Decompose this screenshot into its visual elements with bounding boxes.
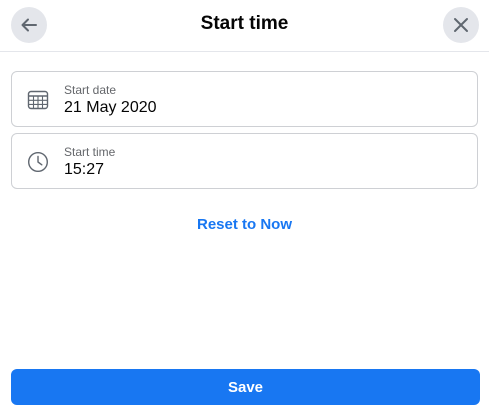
- start-time-label: Start time: [64, 145, 116, 159]
- calendar-icon: [27, 90, 49, 110]
- close-button[interactable]: [443, 7, 479, 43]
- start-date-value: 21 May 2020: [64, 99, 157, 116]
- save-button[interactable]: Save: [11, 369, 480, 405]
- page-title: Start time: [200, 13, 289, 34]
- start-time-value: 15:27: [64, 161, 105, 178]
- start-date-label: Start date: [64, 83, 117, 97]
- start-date-field[interactable]: Start date 21 May 2020: [11, 71, 478, 127]
- clock-icon: [27, 151, 49, 173]
- close-icon: [454, 18, 468, 32]
- reset-to-now-link[interactable]: Reset to Now: [0, 216, 489, 233]
- dialog-header: Start time: [0, 0, 489, 52]
- start-time-field[interactable]: Start time 15:27: [11, 133, 478, 189]
